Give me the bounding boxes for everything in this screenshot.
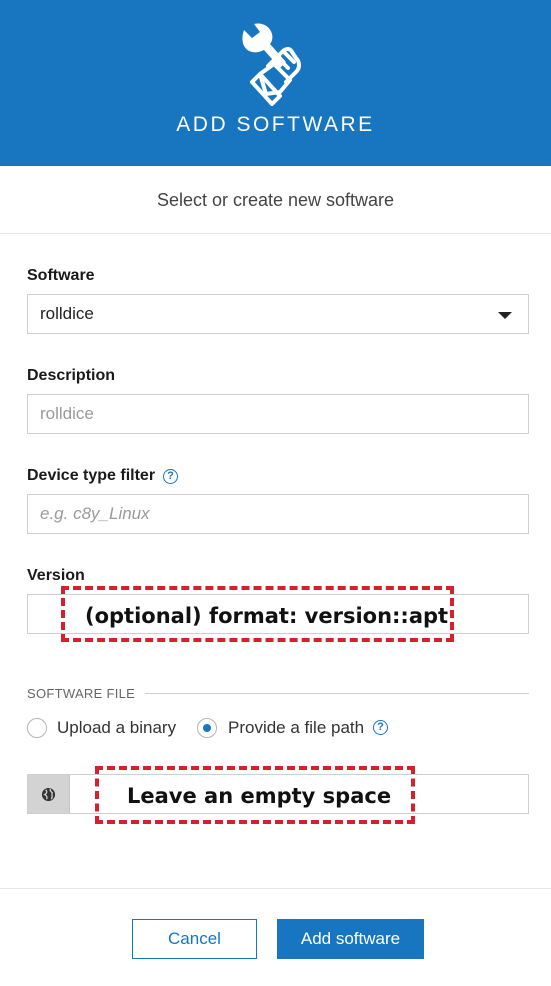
- version-label: Version: [27, 567, 85, 584]
- software-file-section-title: SOFTWARE FILE: [27, 686, 136, 701]
- provide-file-path-radio[interactable]: [197, 718, 217, 738]
- version-annotation-text: (optional) format: version::apt: [85, 604, 449, 628]
- question-circle-icon[interactable]: ?: [373, 720, 388, 735]
- upload-binary-label[interactable]: Upload a binary: [57, 718, 176, 738]
- software-select[interactable]: rolldice: [27, 294, 529, 334]
- section-divider: [145, 693, 529, 694]
- footer-divider: [0, 888, 551, 889]
- description-label: Description: [27, 367, 116, 384]
- modal-title: ADD SOFTWARE: [176, 113, 375, 136]
- description-input[interactable]: rolldice: [27, 394, 529, 434]
- cancel-button[interactable]: Cancel: [132, 919, 257, 959]
- upload-binary-radio[interactable]: [27, 718, 47, 738]
- software-label: Software: [27, 267, 95, 284]
- device-type-filter-label: Device type filter: [27, 467, 156, 484]
- description-placeholder: rolldice: [40, 404, 94, 423]
- provide-file-path-label[interactable]: Provide a file path: [228, 718, 364, 738]
- file-path-addon: [28, 775, 70, 813]
- version-annotation: (optional) format: version::apt: [61, 586, 454, 642]
- modal-subtitle: Select or create new software: [0, 168, 551, 234]
- file-path-annotation-text: Leave an empty space: [127, 784, 392, 808]
- software-select-value: rolldice: [40, 304, 94, 323]
- add-software-button[interactable]: Add software: [277, 919, 424, 959]
- modal-header: ADD SOFTWARE: [0, 0, 551, 166]
- chevron-down-icon: [498, 312, 512, 319]
- device-type-filter-input[interactable]: e.g. c8y_Linux: [27, 494, 529, 534]
- question-circle-icon[interactable]: ?: [163, 469, 178, 484]
- device-type-filter-placeholder: e.g. c8y_Linux: [40, 504, 150, 523]
- globe-icon: [41, 787, 56, 802]
- file-path-annotation: Leave an empty space: [95, 766, 415, 824]
- wrench-hand-icon: [242, 23, 301, 106]
